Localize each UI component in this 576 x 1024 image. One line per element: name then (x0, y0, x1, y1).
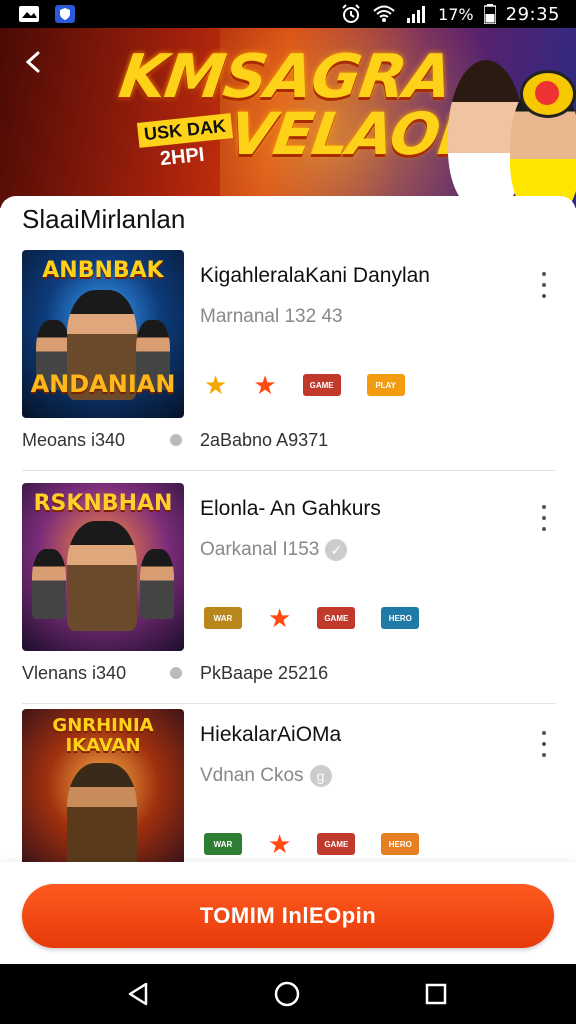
wifi-icon (373, 5, 395, 22)
badge-row: WAR ★ GAME HERO (204, 603, 420, 633)
hero-subtitle-2: 2HPI (158, 143, 206, 171)
battery-icon (483, 4, 496, 24)
thumbnail-title: ANBNBAK (42, 258, 164, 283)
thumbnail-hero (67, 763, 137, 873)
more-options-button[interactable] (532, 731, 556, 757)
game-logo-icon: PLAY (366, 374, 405, 396)
divider (22, 703, 556, 704)
game-thumbnail[interactable]: RSKNBHAN (22, 483, 184, 651)
thumbnail-character (32, 549, 66, 619)
bottom-action-bar: TOMIM InlEOpin (0, 862, 576, 964)
game-thumbnail[interactable]: GNRHINIA IKAVAN (22, 709, 184, 877)
star-icon: ★ (268, 829, 292, 859)
game-logo-icon: HERO (381, 833, 420, 855)
gallery-icon (19, 6, 39, 22)
thumbnail-hero (67, 521, 137, 631)
game-logo-icon: GAME (302, 374, 341, 396)
star-icon: ★ (268, 603, 292, 633)
back-nav-button[interactable] (124, 980, 152, 1008)
system-nav-bar (0, 964, 576, 1024)
meta-right: 2aBabno A9371 (200, 430, 329, 450)
circle-home-icon (274, 981, 300, 1007)
home-nav-button[interactable] (273, 980, 301, 1008)
status-bar: 17% 29:35 (0, 0, 576, 28)
info-icon (170, 667, 182, 679)
game-subtitle: Vdnan Ckos g (200, 765, 332, 787)
battery-percent: 17% (438, 4, 474, 24)
alarm-icon (342, 4, 360, 23)
game-logo-icon: GAME (317, 607, 356, 629)
recents-nav-button[interactable] (422, 980, 450, 1008)
game-name[interactable]: Elonla- An Gahkurs (200, 497, 381, 521)
game-name[interactable]: KigahleralaKani Danylan (200, 264, 430, 288)
badge-row: WAR ★ GAME HERO (204, 829, 420, 859)
game-logo-icon: WAR (204, 607, 242, 629)
section-title: SlaaiMirlanlan (22, 204, 186, 234)
signal-icon (407, 6, 426, 23)
meta-right: PkBaape 25216 (200, 663, 329, 683)
meta-left: Meoans i340 (22, 430, 126, 450)
square-recents-icon (425, 983, 447, 1005)
verified-icon: ✓ (325, 539, 348, 561)
hero-subtitle-1: USK DAK (136, 113, 234, 148)
game-card[interactable]: ANBNBAK ANDANIAN KigahleralaKani Danylan… (0, 250, 576, 476)
google-play-icon: g (309, 765, 332, 787)
thumbnail-subtitle: ANDANIAN (30, 370, 176, 398)
game-subtitle: Marnanal 132 43 (200, 306, 343, 327)
shield-icon (55, 5, 75, 23)
clock: 29:35 (505, 3, 560, 25)
thumbnail-subtitle: IKAVAN (65, 735, 141, 756)
game-card[interactable]: RSKNBHAN Elonla- An Gahkurs Oarkanal I15… (0, 483, 576, 709)
more-options-button[interactable] (532, 272, 556, 298)
divider (22, 470, 556, 471)
meta-left: Vlenans i340 (22, 663, 127, 683)
primary-cta-button[interactable]: TOMIM InlEOpin (22, 884, 554, 948)
game-subtitle-text: Vdnan Ckos (200, 765, 304, 787)
thumbnail-character (140, 549, 174, 619)
star-icon: ★ (253, 370, 277, 400)
thumbnail-title: GNRHINIA (52, 715, 154, 736)
game-name[interactable]: HiekalarAiOMa (200, 723, 341, 747)
game-logo-icon: GAME (317, 833, 356, 855)
star-icon: ★ (204, 370, 228, 400)
triangle-back-icon (128, 982, 148, 1006)
more-options-button[interactable] (532, 505, 556, 531)
thumbnail-title: RSKNBHAN (33, 491, 173, 516)
chevron-left-icon (25, 51, 40, 73)
hero-cap-logo (520, 70, 576, 118)
game-thumbnail[interactable]: ANBNBAK ANDANIAN (22, 250, 184, 418)
content-sheet: SlaaiMirlanlan ANBNBAK ANDANIAN Kigahler… (0, 196, 576, 877)
info-icon (170, 434, 182, 446)
back-button[interactable] (16, 44, 52, 80)
badge-row: ★ ★ GAME PLAY (204, 372, 405, 398)
game-subtitle: Oarkanal I153 ✓ (200, 539, 348, 561)
game-logo-icon: HERO (381, 607, 420, 629)
game-logo-icon: WAR (204, 833, 242, 855)
hero-banner[interactable]: KMSAGRA USK DAK 2HPI VELAON (0, 28, 576, 208)
game-subtitle-text: Oarkanal I153 (200, 539, 320, 561)
